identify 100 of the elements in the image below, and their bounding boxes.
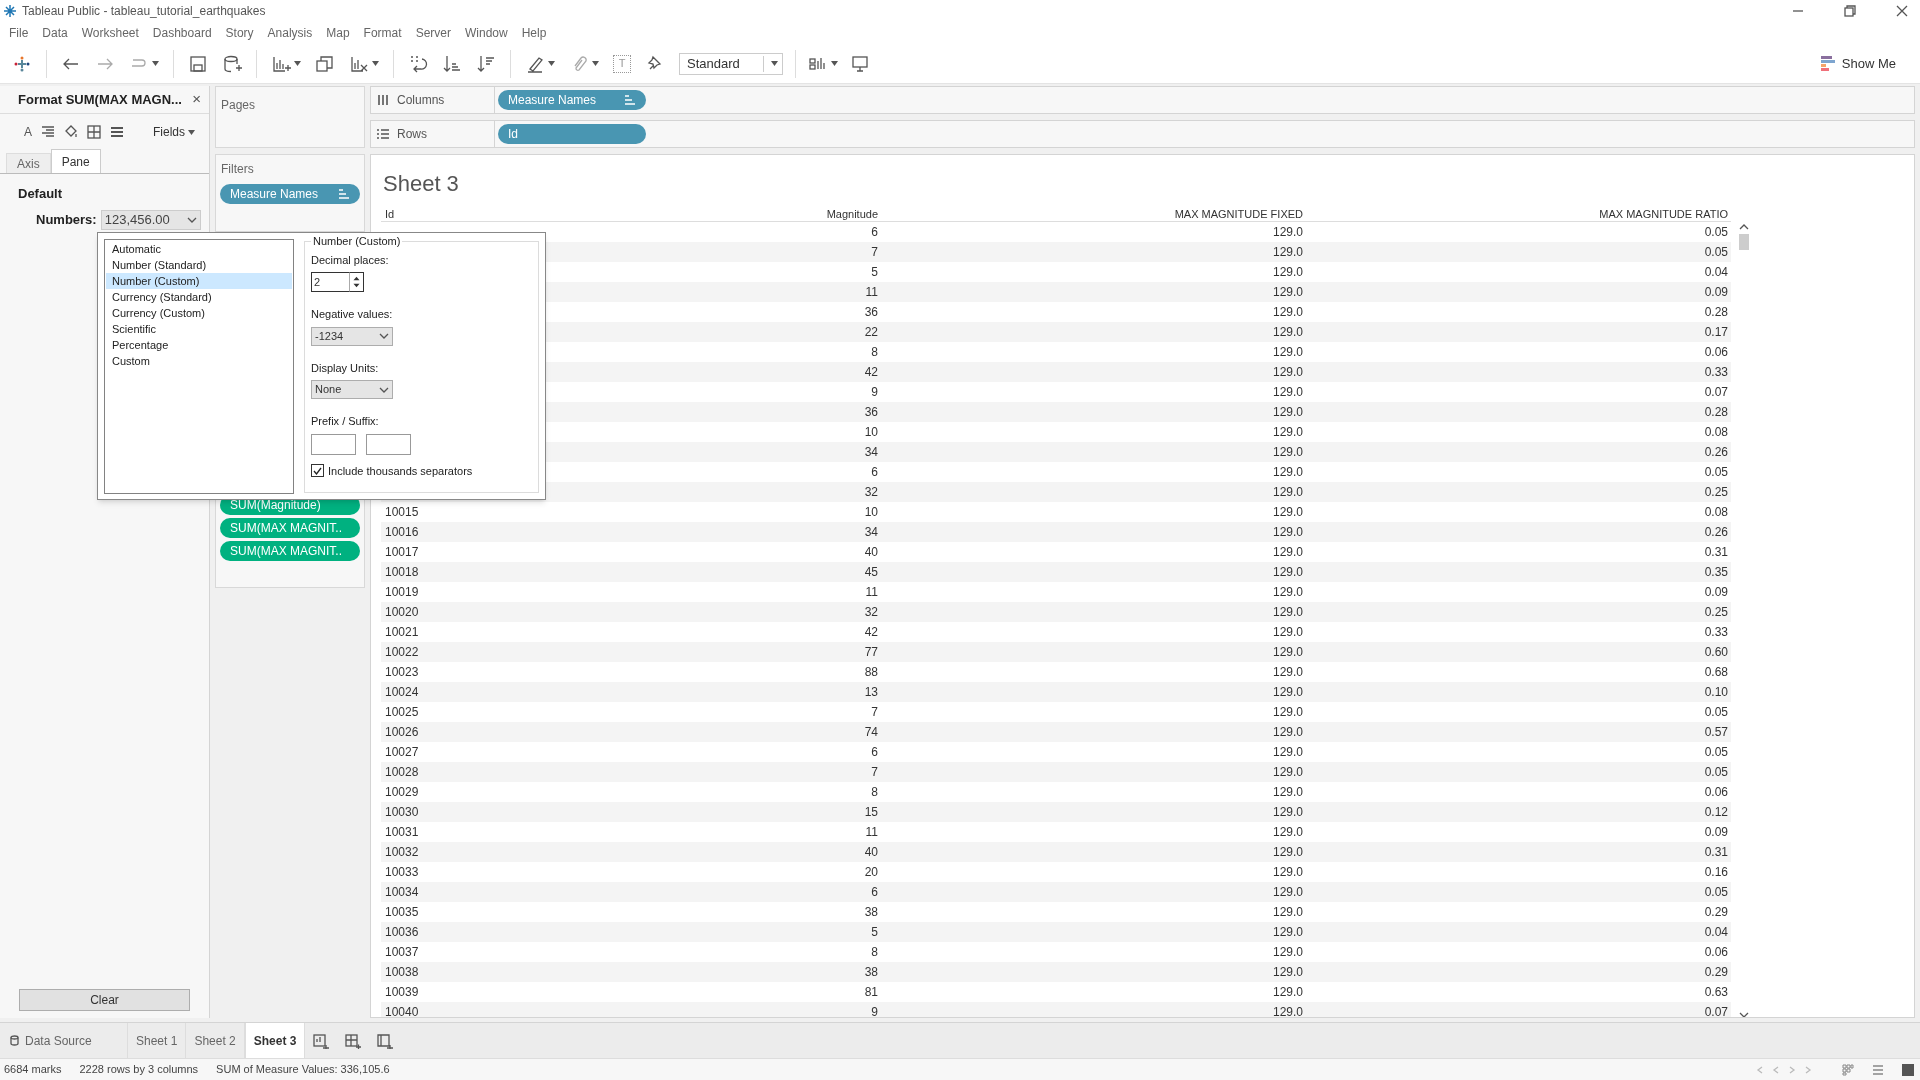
table-cell-text: 129.0 <box>1272 904 1304 921</box>
thousands-checkbox[interactable] <box>311 464 324 478</box>
numbers-dropdown[interactable]: 123,456.00 <box>100 209 201 230</box>
sort-descending-icon[interactable] <box>476 53 496 74</box>
format-tab[interactable]: Axis <box>6 153 51 173</box>
menu-item[interactable]: Window <box>464 24 508 42</box>
column-header[interactable]: Id <box>381 206 501 223</box>
lines-icon[interactable] <box>110 125 124 139</box>
menu-item[interactable]: Map <box>326 24 350 42</box>
add-database-icon[interactable] <box>222 53 242 74</box>
sort-icon[interactable] <box>338 189 350 199</box>
caret-icon[interactable] <box>592 61 599 66</box>
table-cell-text: 8 <box>871 944 879 961</box>
table-cell-text: 129.0 <box>1272 464 1304 481</box>
column-header[interactable]: Magnitude <box>826 206 881 223</box>
table-cell-text: 38 <box>864 964 879 981</box>
new-worksheet-icon[interactable] <box>313 1032 330 1049</box>
clear-button[interactable]: Clear <box>19 989 190 1011</box>
new-dashboard-icon[interactable] <box>345 1032 362 1049</box>
menu-item[interactable]: Format <box>363 24 402 42</box>
sheet-tab[interactable]: Sheet 3 <box>244 1023 306 1058</box>
table-cell-text: 34 <box>864 444 879 461</box>
fit-dropdown[interactable]: Standard <box>679 52 783 75</box>
caret-icon[interactable] <box>372 61 379 66</box>
close-icon[interactable] <box>1896 5 1908 17</box>
borders-icon[interactable] <box>87 125 101 139</box>
table-cell-text: 0.35 <box>1704 564 1729 581</box>
suffix-field[interactable] <box>366 433 411 455</box>
format-option[interactable]: Scientific <box>106 321 292 337</box>
column-header[interactable]: MAX MAGNITUDE RATIO <box>1599 206 1731 223</box>
sort-icon[interactable] <box>624 95 636 105</box>
format-option[interactable]: Custom <box>106 353 292 369</box>
chevron-icon[interactable] <box>379 386 389 393</box>
caret-icon[interactable] <box>294 61 301 66</box>
table-cell-text: 129.0 <box>1272 644 1304 661</box>
table-cell-text: 10036 <box>384 924 420 941</box>
paint-bucket-icon[interactable] <box>64 125 78 139</box>
table-cell-text: 74 <box>864 724 879 741</box>
scroll-up-icon[interactable] <box>1739 224 1749 230</box>
display-units-dropdown[interactable]: None <box>311 380 393 399</box>
presentation-icon[interactable] <box>850 53 870 74</box>
table-cell-text: 129.0 <box>1272 844 1304 861</box>
menu-item[interactable]: Analysis <box>267 24 313 42</box>
table-cell-text: 0.05 <box>1704 764 1729 781</box>
show-me-button[interactable]: Show Me <box>1820 53 1896 74</box>
menu-item[interactable]: Dashboard <box>152 24 212 42</box>
caret-icon[interactable] <box>548 61 555 66</box>
scroll-down-icon[interactable] <box>1739 1012 1749 1017</box>
format-option[interactable]: Automatic <box>106 241 292 257</box>
caret-icon[interactable] <box>152 61 159 66</box>
menu-item[interactable]: Worksheet <box>81 24 139 42</box>
restore-icon[interactable] <box>1844 5 1856 17</box>
scrollbar-thumb[interactable] <box>1739 234 1749 250</box>
negative-values-dropdown[interactable]: -1234 <box>311 326 393 346</box>
table-cell-text: 0.33 <box>1704 624 1729 641</box>
table-cell-text: 129.0 <box>1272 864 1304 881</box>
format-option[interactable]: Number (Standard) <box>106 257 292 273</box>
save-icon[interactable] <box>188 53 208 74</box>
font-tab[interactable]: A <box>24 123 32 141</box>
table-cell-text: 129.0 <box>1272 384 1304 401</box>
table-cell-text: 129.0 <box>1272 684 1304 701</box>
table-cell-text: 6 <box>871 224 879 241</box>
new-story-icon[interactable] <box>377 1032 394 1049</box>
table-cell-text: 129.0 <box>1272 284 1304 301</box>
format-option[interactable]: Currency (Standard) <box>106 289 292 305</box>
table-cell-text: 10 <box>864 504 879 521</box>
table-cell-text: 129.0 <box>1272 884 1304 901</box>
column-header[interactable]: MAX MAGNITUDE FIXED <box>1174 206 1306 223</box>
format-tab[interactable]: Pane <box>50 149 101 173</box>
pages-title: Pages <box>221 98 256 112</box>
table-cell-text: 0.31 <box>1704 844 1729 861</box>
table-cell-text: 0.05 <box>1704 244 1729 261</box>
close-button[interactable]: × <box>192 88 201 111</box>
pane-title: Format SUM(MAX MAGN... <box>18 90 182 109</box>
fields-dropdown[interactable]: Fields <box>153 123 195 141</box>
menu-item[interactable]: File <box>9 24 29 42</box>
decimal-places-field[interactable]: 2 <box>311 272 349 292</box>
chevron-icon[interactable] <box>186 216 197 223</box>
menu-item[interactable]: Server <box>415 24 451 42</box>
menu-item[interactable]: Help <box>521 24 547 42</box>
spinner-button[interactable] <box>349 272 364 292</box>
table-cell-text: 10017 <box>384 544 420 561</box>
swap-icon[interactable] <box>408 53 428 74</box>
menu-item[interactable]: Data <box>42 24 68 42</box>
table-cell-text: 0.06 <box>1704 784 1729 801</box>
caret-icon[interactable] <box>771 61 778 66</box>
chevron-icon[interactable] <box>379 333 389 339</box>
duplicate-icon[interactable] <box>315 53 335 74</box>
caret-icon[interactable] <box>831 61 838 66</box>
format-option[interactable]: Percentage <box>106 337 292 353</box>
prefix-field[interactable] <box>311 433 356 455</box>
table-cell-text: 0.09 <box>1704 584 1729 601</box>
format-option[interactable]: Currency (Custom) <box>106 305 292 321</box>
format-list[interactable]: Automatic Number (Standard) Number (Custom) Currency (Standard) Currency (Custom) Scientific Percentage Custom <box>104 239 294 494</box>
caret-icon[interactable] <box>188 129 195 135</box>
menu-item[interactable]: Story <box>225 24 254 42</box>
fullscreen-view-icon[interactable] <box>1902 1063 1914 1076</box>
alignment-icon[interactable] <box>41 125 55 139</box>
sort-ascending-icon[interactable] <box>442 53 462 74</box>
format-option[interactable]: Number (Custom) <box>106 273 292 289</box>
